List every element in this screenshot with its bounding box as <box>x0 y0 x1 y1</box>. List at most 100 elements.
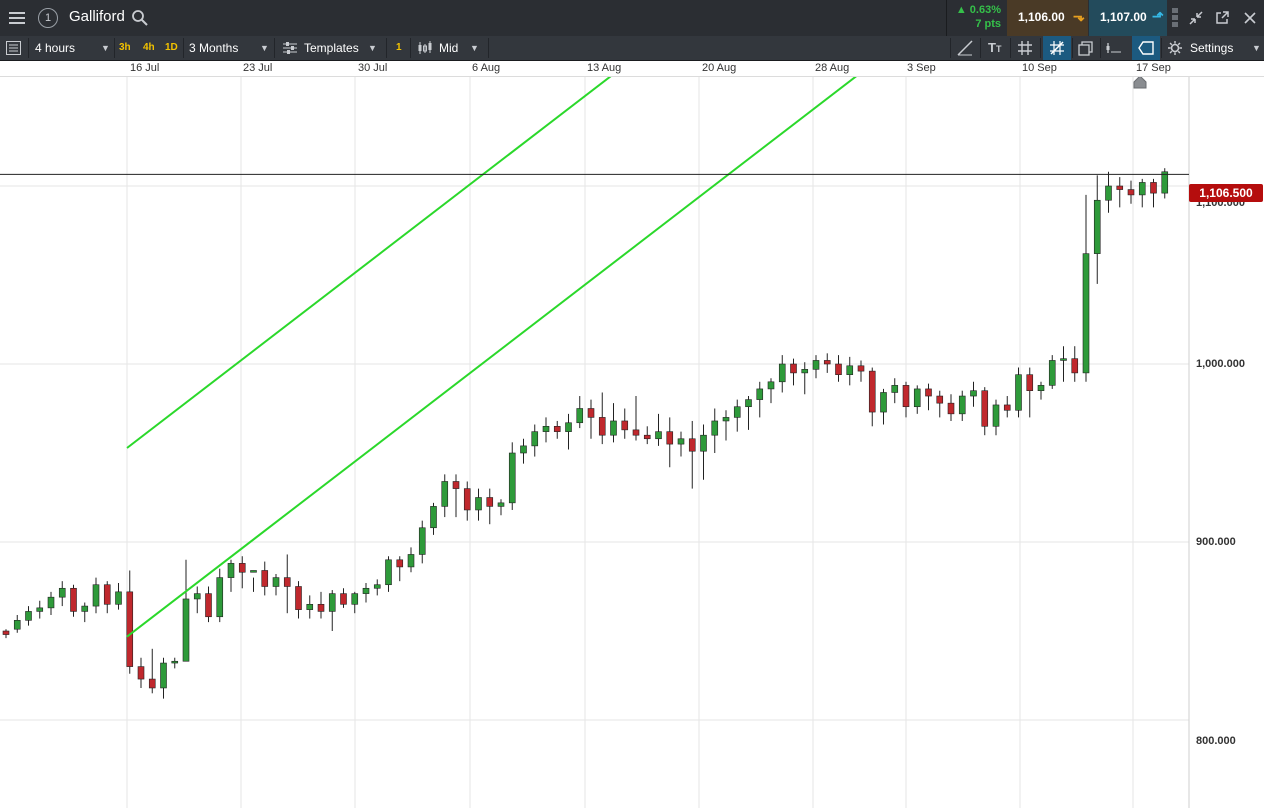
candle-body-down <box>587 408 595 418</box>
candle-body-up <box>171 660 179 664</box>
candle-body-down <box>902 385 910 408</box>
sell-price-button[interactable]: 1,106.00 ⬎ <box>1007 0 1088 36</box>
candle-body-down <box>238 563 246 573</box>
candle-body-up <box>430 506 437 529</box>
candle-body-up <box>812 360 820 370</box>
candle-body-up <box>531 431 539 447</box>
change-indicator: ▲ 0.63% 7 pts <box>946 0 1007 36</box>
close-icon[interactable] <box>1243 11 1257 25</box>
price-type-select[interactable]: Mid ▼ <box>411 36 487 60</box>
candle-body-down <box>1150 182 1157 194</box>
candle-body-up <box>36 607 44 612</box>
date-label: 10 Sep <box>1022 62 1057 74</box>
grip-icon[interactable] <box>1170 6 1180 30</box>
price-tick-label: 900.000 <box>1196 536 1236 548</box>
popout-icon[interactable] <box>1214 10 1230 26</box>
layout-count[interactable]: 1 <box>396 36 402 60</box>
date-label: 13 Aug <box>587 62 622 74</box>
windows-icon[interactable] <box>1078 40 1094 56</box>
candle-body-down <box>835 363 842 375</box>
settings-button[interactable]: Settings ▼ <box>1162 36 1264 60</box>
interval-select[interactable]: 4 hours ▼ <box>29 36 113 60</box>
candle-body-down <box>103 584 111 605</box>
divider <box>950 38 951 58</box>
search-icon[interactable] <box>131 9 149 27</box>
candle-body-up <box>1093 199 1101 254</box>
label-tool-icon[interactable] <box>1132 36 1160 60</box>
candle-body-up <box>756 388 764 400</box>
candle-body-up <box>182 598 190 662</box>
trade-ticket-icon[interactable] <box>1105 40 1125 56</box>
price-tick-label: 800.000 <box>1196 735 1236 747</box>
candle-body-up <box>373 584 381 589</box>
instrument-name[interactable]: Galliford <box>69 8 125 25</box>
date-label: 3 Sep <box>907 62 936 74</box>
candle-body-up <box>508 452 516 504</box>
candle-body-down <box>137 666 145 680</box>
chevron-down-icon: ▼ <box>368 43 377 53</box>
buy-price: 1,107.00 <box>1100 10 1147 24</box>
price-type-value: Mid <box>439 41 459 55</box>
candle-body-up <box>306 603 314 610</box>
range-select[interactable]: 3 Months ▼ <box>184 36 272 60</box>
candle-body-up <box>81 605 89 612</box>
candle-body-up <box>418 527 426 555</box>
candle-body-down <box>126 591 134 667</box>
candlestick-icon <box>418 41 432 54</box>
chart-toolbar: 4 hours ▼ 3h 4h 1D 3 Months ▼ Templates … <box>0 36 1264 61</box>
candle-body-down <box>1026 374 1034 391</box>
candle-body-down <box>463 488 471 511</box>
menu-icon[interactable] <box>8 9 26 27</box>
templates-label: Templates <box>304 41 359 55</box>
candle-body-up <box>565 422 572 432</box>
templates-icon <box>283 42 297 54</box>
collapse-icon[interactable] <box>1188 10 1204 26</box>
change-points: 7 pts <box>975 18 1001 30</box>
templates-button[interactable]: Templates ▼ <box>275 36 385 60</box>
candle-body-up <box>351 593 359 605</box>
candle-body-up <box>13 620 21 630</box>
list-icon[interactable] <box>6 41 21 55</box>
candle-body-down <box>621 420 629 431</box>
interval-value: 4 hours <box>35 41 76 55</box>
crosshair-grid-icon[interactable] <box>1043 36 1071 60</box>
quick-interval-4h[interactable]: 4h <box>143 36 155 60</box>
up-trend-arrow-icon: ⬏ <box>1152 8 1164 24</box>
candle-body-up <box>272 577 280 587</box>
change-percent: 0.63% <box>969 4 1001 16</box>
candle-body-up <box>1138 182 1146 196</box>
divider <box>488 38 489 58</box>
buy-price-button[interactable]: 1,107.00 ⬏ <box>1089 0 1167 36</box>
quick-interval-1d[interactable]: 1D <box>165 36 178 60</box>
quick-interval-3h[interactable]: 3h <box>119 36 131 60</box>
candle-body-up <box>891 385 899 393</box>
grid-icon[interactable] <box>1017 40 1033 56</box>
channel-lower-line <box>126 77 857 638</box>
candle-body-up <box>407 554 415 568</box>
range-value: 3 Months <box>189 41 239 55</box>
candle-body-up <box>1161 171 1169 194</box>
price-chart[interactable] <box>0 77 1264 808</box>
candle-body-down <box>1116 185 1124 190</box>
divider <box>1040 38 1041 58</box>
candle-body-up <box>711 420 719 436</box>
candle-body-down <box>643 434 651 440</box>
top-bar: 1 Galliford ▲ 0.63% 7 pts 1,106.00 ⬎ 1,1… <box>0 0 1264 37</box>
candle-body-up <box>47 596 55 609</box>
candle-body-down <box>790 363 797 374</box>
down-arrow-icon: ⬎ <box>1073 8 1085 24</box>
divider <box>386 38 387 58</box>
candle-body-down <box>205 593 212 618</box>
text-tool-icon[interactable]: TT <box>988 40 1004 56</box>
candle-body-down <box>936 395 944 404</box>
alert-count-badge[interactable]: 1 <box>38 8 58 28</box>
date-label: 30 Jul <box>358 62 388 74</box>
drawing-tool-icon[interactable] <box>957 40 973 56</box>
candle-body-up <box>216 577 224 618</box>
candle-body-down <box>925 388 932 397</box>
divider <box>1072 38 1073 58</box>
candle-body-down <box>947 402 955 415</box>
candle-body-up <box>700 434 707 452</box>
candle-body-up <box>1048 360 1056 386</box>
candle-body-up <box>1037 385 1045 391</box>
